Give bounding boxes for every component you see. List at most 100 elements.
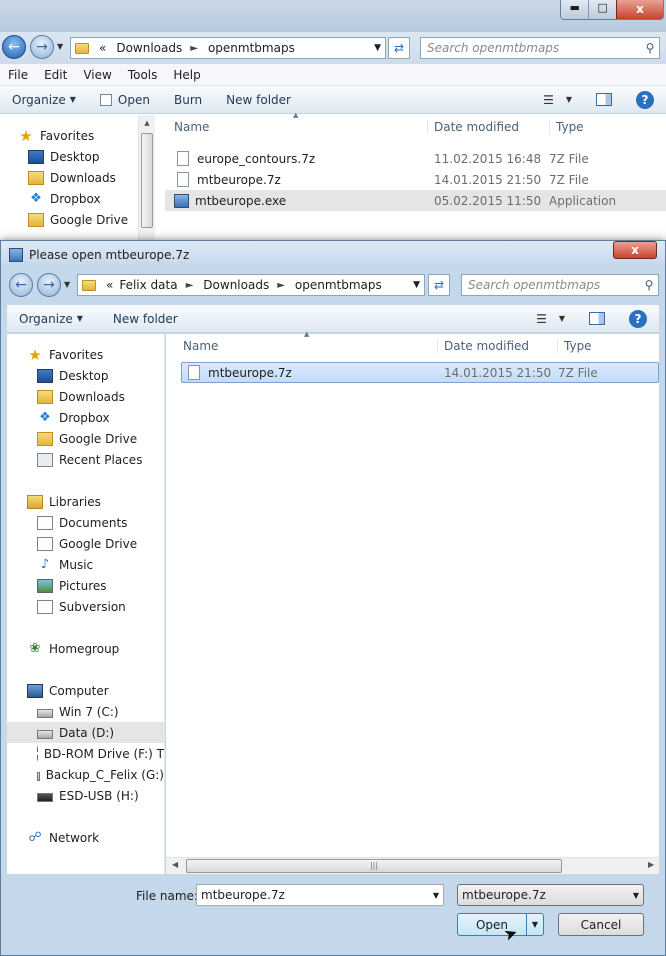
breadcrumb-separator-icon[interactable]: ►: [277, 280, 285, 291]
back-button[interactable]: ←: [9, 273, 33, 297]
nav-downloads[interactable]: Downloads: [0, 167, 153, 188]
menu-view[interactable]: View: [75, 68, 119, 82]
new-folder-button[interactable]: New folder: [101, 312, 190, 326]
nav-drive-c[interactable]: Win 7 (C:): [7, 701, 164, 722]
preview-pane-icon: [596, 93, 612, 106]
file-type-filter-select[interactable]: mtbeurope.7z ▼: [457, 884, 644, 906]
nav-favorites[interactable]: ★ Favorites: [0, 125, 153, 146]
search-icon[interactable]: ⚲: [640, 278, 658, 292]
nav-dropbox[interactable]: ❖ Dropbox: [7, 407, 164, 428]
dropbox-icon: ❖: [30, 190, 42, 206]
new-folder-button[interactable]: New folder: [214, 93, 303, 107]
forward-button[interactable]: →: [37, 273, 61, 297]
scroll-left-icon[interactable]: ◀: [172, 860, 178, 869]
preview-pane-button[interactable]: [584, 93, 624, 106]
nav-desktop[interactable]: Desktop: [0, 146, 153, 167]
nav-dropbox[interactable]: ❖ Dropbox: [0, 188, 153, 209]
nav-downloads[interactable]: Downloads: [7, 386, 164, 407]
file-row-selected[interactable]: mtbeurope.7z 14.01.2015 21:50 7Z File: [181, 362, 659, 383]
nav-drive-h[interactable]: ESD-USB (H:): [7, 785, 164, 806]
address-dropdown-icon[interactable]: ▼: [374, 43, 381, 53]
open-dropdown-chevron-icon[interactable]: ▼: [526, 914, 543, 935]
menu-help[interactable]: Help: [165, 68, 208, 82]
breadcrumb-separator-icon[interactable]: ►: [186, 280, 194, 291]
nav-google-drive[interactable]: Google Drive: [7, 428, 164, 449]
change-view-button[interactable]: ☰ ▼: [531, 93, 584, 107]
nav-drive-g[interactable]: Backup_C_Felix (G:): [7, 764, 164, 785]
breadcrumb-felix-data[interactable]: Felix data: [119, 278, 177, 292]
breadcrumb-openmtbmaps[interactable]: openmtbmaps: [208, 41, 295, 55]
address-bar[interactable]: « Downloads ► openmtbmaps ▼: [70, 37, 386, 59]
file-row[interactable]: europe_contours.7z 11.02.2015 16:48 7Z F…: [165, 148, 666, 169]
scroll-thumb[interactable]: |||: [186, 859, 562, 873]
scroll-thumb[interactable]: [141, 133, 153, 228]
close-button[interactable]: x: [615, 0, 663, 19]
breadcrumb-separator-icon[interactable]: ►: [190, 43, 198, 54]
file-row[interactable]: mtbeurope.7z 14.01.2015 21:50 7Z File: [165, 169, 666, 190]
column-type[interactable]: Type: [557, 338, 592, 353]
background-explorer-window: ▬ □ x ← → ▼ « Downloads ► openmtbmaps ▼ …: [0, 0, 666, 240]
open-split-button[interactable]: Open ▼: [457, 913, 544, 936]
nav-computer[interactable]: Computer: [7, 680, 164, 701]
scroll-right-icon[interactable]: ▶: [648, 860, 654, 869]
search-input[interactable]: Search openmtbmaps ⚲: [420, 37, 660, 59]
address-overflow-chevron[interactable]: «: [99, 41, 106, 55]
burn-button[interactable]: Burn: [162, 93, 214, 107]
scroll-up-icon[interactable]: ▲: [139, 119, 155, 127]
breadcrumb-openmtbmaps[interactable]: openmtbmaps: [295, 278, 382, 292]
organize-button[interactable]: Organize ▼: [0, 93, 88, 107]
nav-network[interactable]: ☍ Network: [7, 827, 164, 848]
nav-library-google-drive[interactable]: Google Drive: [7, 533, 164, 554]
menu-file[interactable]: File: [0, 68, 36, 82]
chevron-down-icon[interactable]: ▼: [433, 891, 439, 900]
refresh-button[interactable]: ⇄: [428, 274, 450, 296]
nav-documents[interactable]: Documents: [7, 512, 164, 533]
file-list-hscrollbar[interactable]: ◀ ||| ▶: [166, 857, 659, 874]
refresh-button[interactable]: ⇄: [388, 37, 410, 59]
column-date-modified[interactable]: Date modified: [427, 119, 549, 134]
change-view-button[interactable]: ☰ ▼: [524, 312, 577, 326]
dialog-search-input[interactable]: Search openmtbmaps ⚲: [461, 274, 659, 296]
organize-button[interactable]: Organize ▼: [7, 312, 95, 326]
nav-google-drive[interactable]: Google Drive: [0, 209, 153, 230]
nav-favorites[interactable]: ★ Favorites: [7, 344, 164, 365]
file-name-input[interactable]: mtbeurope.7z ▼: [196, 884, 444, 906]
column-name[interactable]: Name: [166, 339, 437, 353]
help-button[interactable]: ?: [617, 309, 659, 328]
nav-desktop[interactable]: Desktop: [7, 365, 164, 386]
nav-drive-d[interactable]: Data (D:): [7, 722, 164, 743]
address-dropdown-icon[interactable]: ▼: [413, 280, 420, 290]
cancel-button[interactable]: Cancel: [558, 913, 644, 936]
breadcrumb-downloads[interactable]: Downloads: [116, 41, 182, 55]
column-type[interactable]: Type: [549, 119, 584, 134]
minimize-button[interactable]: ▬: [561, 0, 589, 19]
dialog-close-button[interactable]: x: [613, 241, 657, 259]
recent-pages-chevron-icon[interactable]: ▼: [57, 42, 63, 51]
open-button[interactable]: Open: [88, 93, 162, 107]
nav-music[interactable]: ♪ Music: [7, 554, 164, 575]
background-nav-scrollbar[interactable]: ▲: [138, 115, 155, 240]
column-date-modified[interactable]: Date modified: [437, 338, 557, 353]
nav-pictures[interactable]: Pictures: [7, 575, 164, 596]
search-icon[interactable]: ⚲: [641, 41, 659, 55]
file-row-selected[interactable]: mtbeurope.exe 05.02.2015 11:50 Applicati…: [165, 190, 666, 211]
menu-edit[interactable]: Edit: [36, 68, 75, 82]
nav-libraries[interactable]: Libraries: [7, 491, 164, 512]
dialog-address-bar[interactable]: « Felix data ► Downloads ► openmtbmaps ▼: [77, 274, 425, 296]
open-file-dialog: Please open mtbeurope.7z x ← → ▼ « Felix…: [0, 240, 666, 956]
forward-button[interactable]: →: [30, 35, 54, 59]
maximize-button[interactable]: □: [588, 0, 616, 19]
column-name[interactable]: Name: [165, 120, 427, 134]
nav-subversion[interactable]: Subversion: [7, 596, 164, 617]
nav-recent-places[interactable]: Recent Places: [7, 449, 164, 470]
address-overflow-chevron[interactable]: «: [106, 278, 113, 292]
nav-drive-f[interactable]: BD-ROM Drive (F:) T: [7, 743, 164, 764]
help-button[interactable]: ?: [624, 90, 666, 109]
nav-homegroup[interactable]: ❀ Homegroup: [7, 638, 164, 659]
back-button[interactable]: ←: [2, 35, 26, 59]
menu-tools[interactable]: Tools: [120, 68, 166, 82]
recent-pages-chevron-icon[interactable]: ▼: [64, 280, 70, 289]
preview-pane-button[interactable]: [577, 312, 617, 325]
search-placeholder: Search openmtbmaps: [468, 278, 601, 292]
breadcrumb-downloads[interactable]: Downloads: [203, 278, 269, 292]
